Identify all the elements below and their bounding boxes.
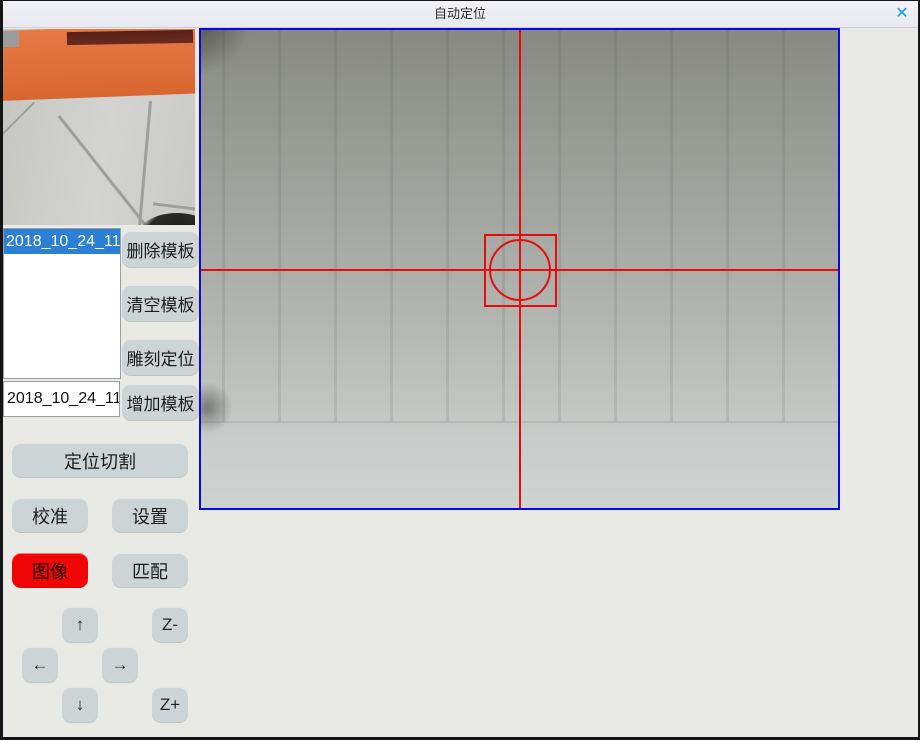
tile-grout-line [153, 202, 195, 210]
image-button[interactable]: 图像 [12, 553, 88, 588]
target-circle [489, 239, 551, 301]
engrave-position-button[interactable]: 雕刻定位 [122, 339, 199, 376]
match-button[interactable]: 匹配 [112, 553, 188, 588]
jog-up-button[interactable]: ↑ [62, 607, 98, 643]
z-minus-button[interactable]: Z- [152, 607, 188, 643]
z-plus-button[interactable]: Z+ [152, 687, 188, 723]
jog-left-button[interactable]: ← [22, 647, 58, 683]
template-list[interactable]: 2018_10_24_11 [3, 228, 121, 379]
clear-templates-button[interactable]: 清空模板 [122, 285, 199, 322]
add-template-button[interactable]: 增加模板 [122, 384, 199, 421]
gray-patch [3, 31, 19, 47]
tile-grout-line [138, 101, 152, 225]
tile-grout-line [3, 102, 35, 137]
template-thumbnail [3, 29, 195, 225]
dark-red-strip [67, 30, 193, 45]
calibrate-button[interactable]: 校准 [12, 498, 88, 533]
delete-template-button[interactable]: 删除模板 [122, 231, 199, 268]
title-bar: 自动定位 ✕ [0, 0, 920, 28]
camera-view [199, 28, 840, 510]
tile-grout-line [58, 115, 149, 225]
template-name-input[interactable] [3, 381, 120, 417]
window-title: 自动定位 [0, 0, 920, 27]
list-item[interactable]: 2018_10_24_11 [4, 229, 120, 254]
settings-button[interactable]: 设置 [112, 498, 188, 533]
jog-down-button[interactable]: ↓ [62, 687, 98, 723]
close-icon[interactable]: ✕ [891, 3, 913, 25]
jog-right-button[interactable]: → [102, 647, 138, 683]
position-cut-button[interactable]: 定位切割 [12, 443, 188, 478]
